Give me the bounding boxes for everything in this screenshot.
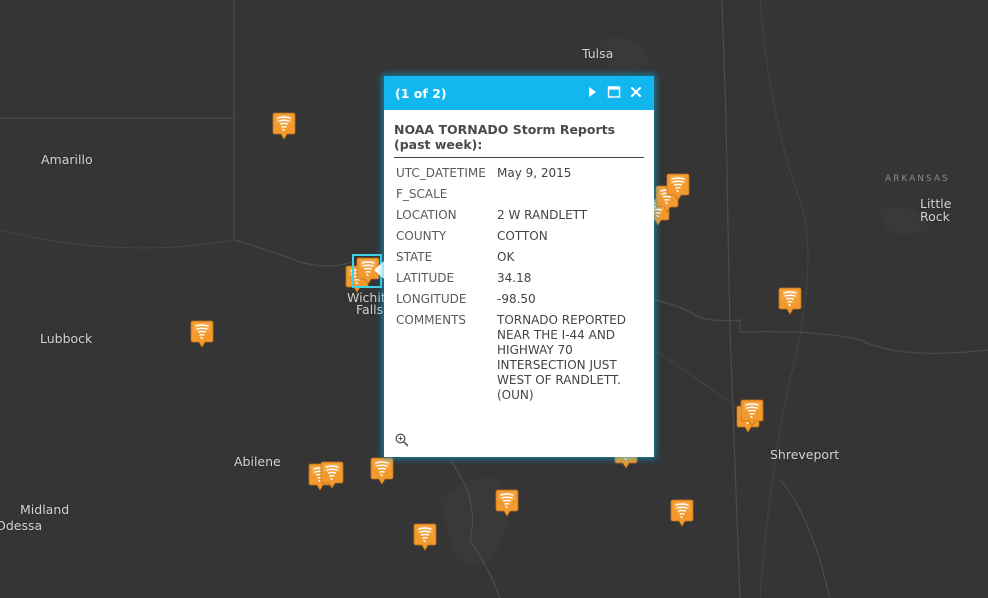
attribute-value: [495, 187, 644, 208]
attribute-key: COMMENTS: [396, 313, 467, 327]
tornado-marker-icon[interactable]: [370, 456, 394, 486]
zoom-to-icon[interactable]: [394, 432, 410, 448]
tornado-marker-icon[interactable]: [495, 488, 519, 518]
city-label-shreveport: Shreveport: [770, 447, 840, 462]
attribute-key: LOCATION: [396, 208, 457, 222]
attribute-row: LOCATION 2 W RANDLETT: [394, 208, 644, 229]
tornado-marker-icon[interactable]: [413, 522, 437, 552]
region-label-arkansas: ARKANSAS: [885, 174, 950, 184]
attribute-key: UTC_DATETIME: [396, 166, 486, 180]
attribute-row: STATE OK: [394, 250, 644, 271]
tornado-marker-icon[interactable]: [272, 111, 296, 141]
attribute-value: 2 W RANDLETT: [497, 208, 588, 222]
attribute-key: F_SCALE: [396, 187, 448, 201]
attribute-key: STATE: [396, 250, 433, 264]
city-label-wichita-falls-2: Falls: [356, 302, 384, 317]
close-icon[interactable]: [628, 84, 644, 100]
attribute-table: UTC_DATETIME May 9, 2015 F_SCALE LOCATION…: [394, 166, 644, 409]
city-label-lubbock: Lubbock: [40, 331, 93, 346]
attribute-value: COTTON: [497, 229, 548, 243]
feature-popup: (1 of 2) NOAA TORNADO Storm Reports (pas…: [384, 76, 654, 457]
tornado-marker-icon[interactable]: [778, 286, 802, 316]
attribute-row: COMMENTS TORNADO REPORTED NEAR THE I-44 A…: [394, 313, 644, 409]
attribute-value: TORNADO REPORTED NEAR THE I-44 AND HIGHW…: [497, 313, 627, 402]
tornado-marker-icon[interactable]: [190, 319, 214, 349]
attribute-key: LONGITUDE: [396, 292, 467, 306]
city-label-midland: Midland: [20, 502, 70, 517]
city-label-odessa: Odessa: [0, 518, 43, 533]
city-label-amarillo: Amarillo: [41, 152, 93, 167]
attribute-value: OK: [497, 250, 515, 264]
attribute-row: COUNTY COTTON: [394, 229, 644, 250]
attribute-row: LATITUDE 34.18: [394, 271, 644, 292]
attribute-value: May 9, 2015: [497, 166, 572, 180]
attribute-row: UTC_DATETIME May 9, 2015: [394, 166, 644, 187]
city-label-tulsa: Tulsa: [582, 46, 614, 61]
popup-body: NOAA TORNADO Storm Reports (past week): …: [384, 110, 654, 409]
attribute-row: F_SCALE: [394, 187, 644, 208]
tornado-marker-icon[interactable]: [740, 398, 764, 428]
city-label-abilene: Abilene: [234, 454, 281, 469]
popup-title: NOAA TORNADO Storm Reports (past week):: [394, 122, 644, 158]
tornado-marker-icon[interactable]: [666, 172, 690, 202]
attribute-value: -98.50: [497, 292, 536, 306]
popup-feature-count: (1 of 2): [395, 86, 447, 101]
popup-header: (1 of 2): [384, 76, 654, 110]
attribute-row: LONGITUDE -98.50: [394, 292, 644, 313]
city-label-little-rock-2: Rock: [920, 209, 950, 224]
attribute-key: COUNTY: [396, 229, 447, 243]
next-arrow-icon[interactable]: [584, 84, 600, 100]
attribute-key: LATITUDE: [396, 271, 455, 285]
tornado-marker-icon[interactable]: [670, 498, 694, 528]
attribute-value: 34.18: [497, 271, 532, 285]
maximize-icon[interactable]: [606, 84, 622, 100]
tornado-marker-icon[interactable]: [320, 460, 344, 490]
